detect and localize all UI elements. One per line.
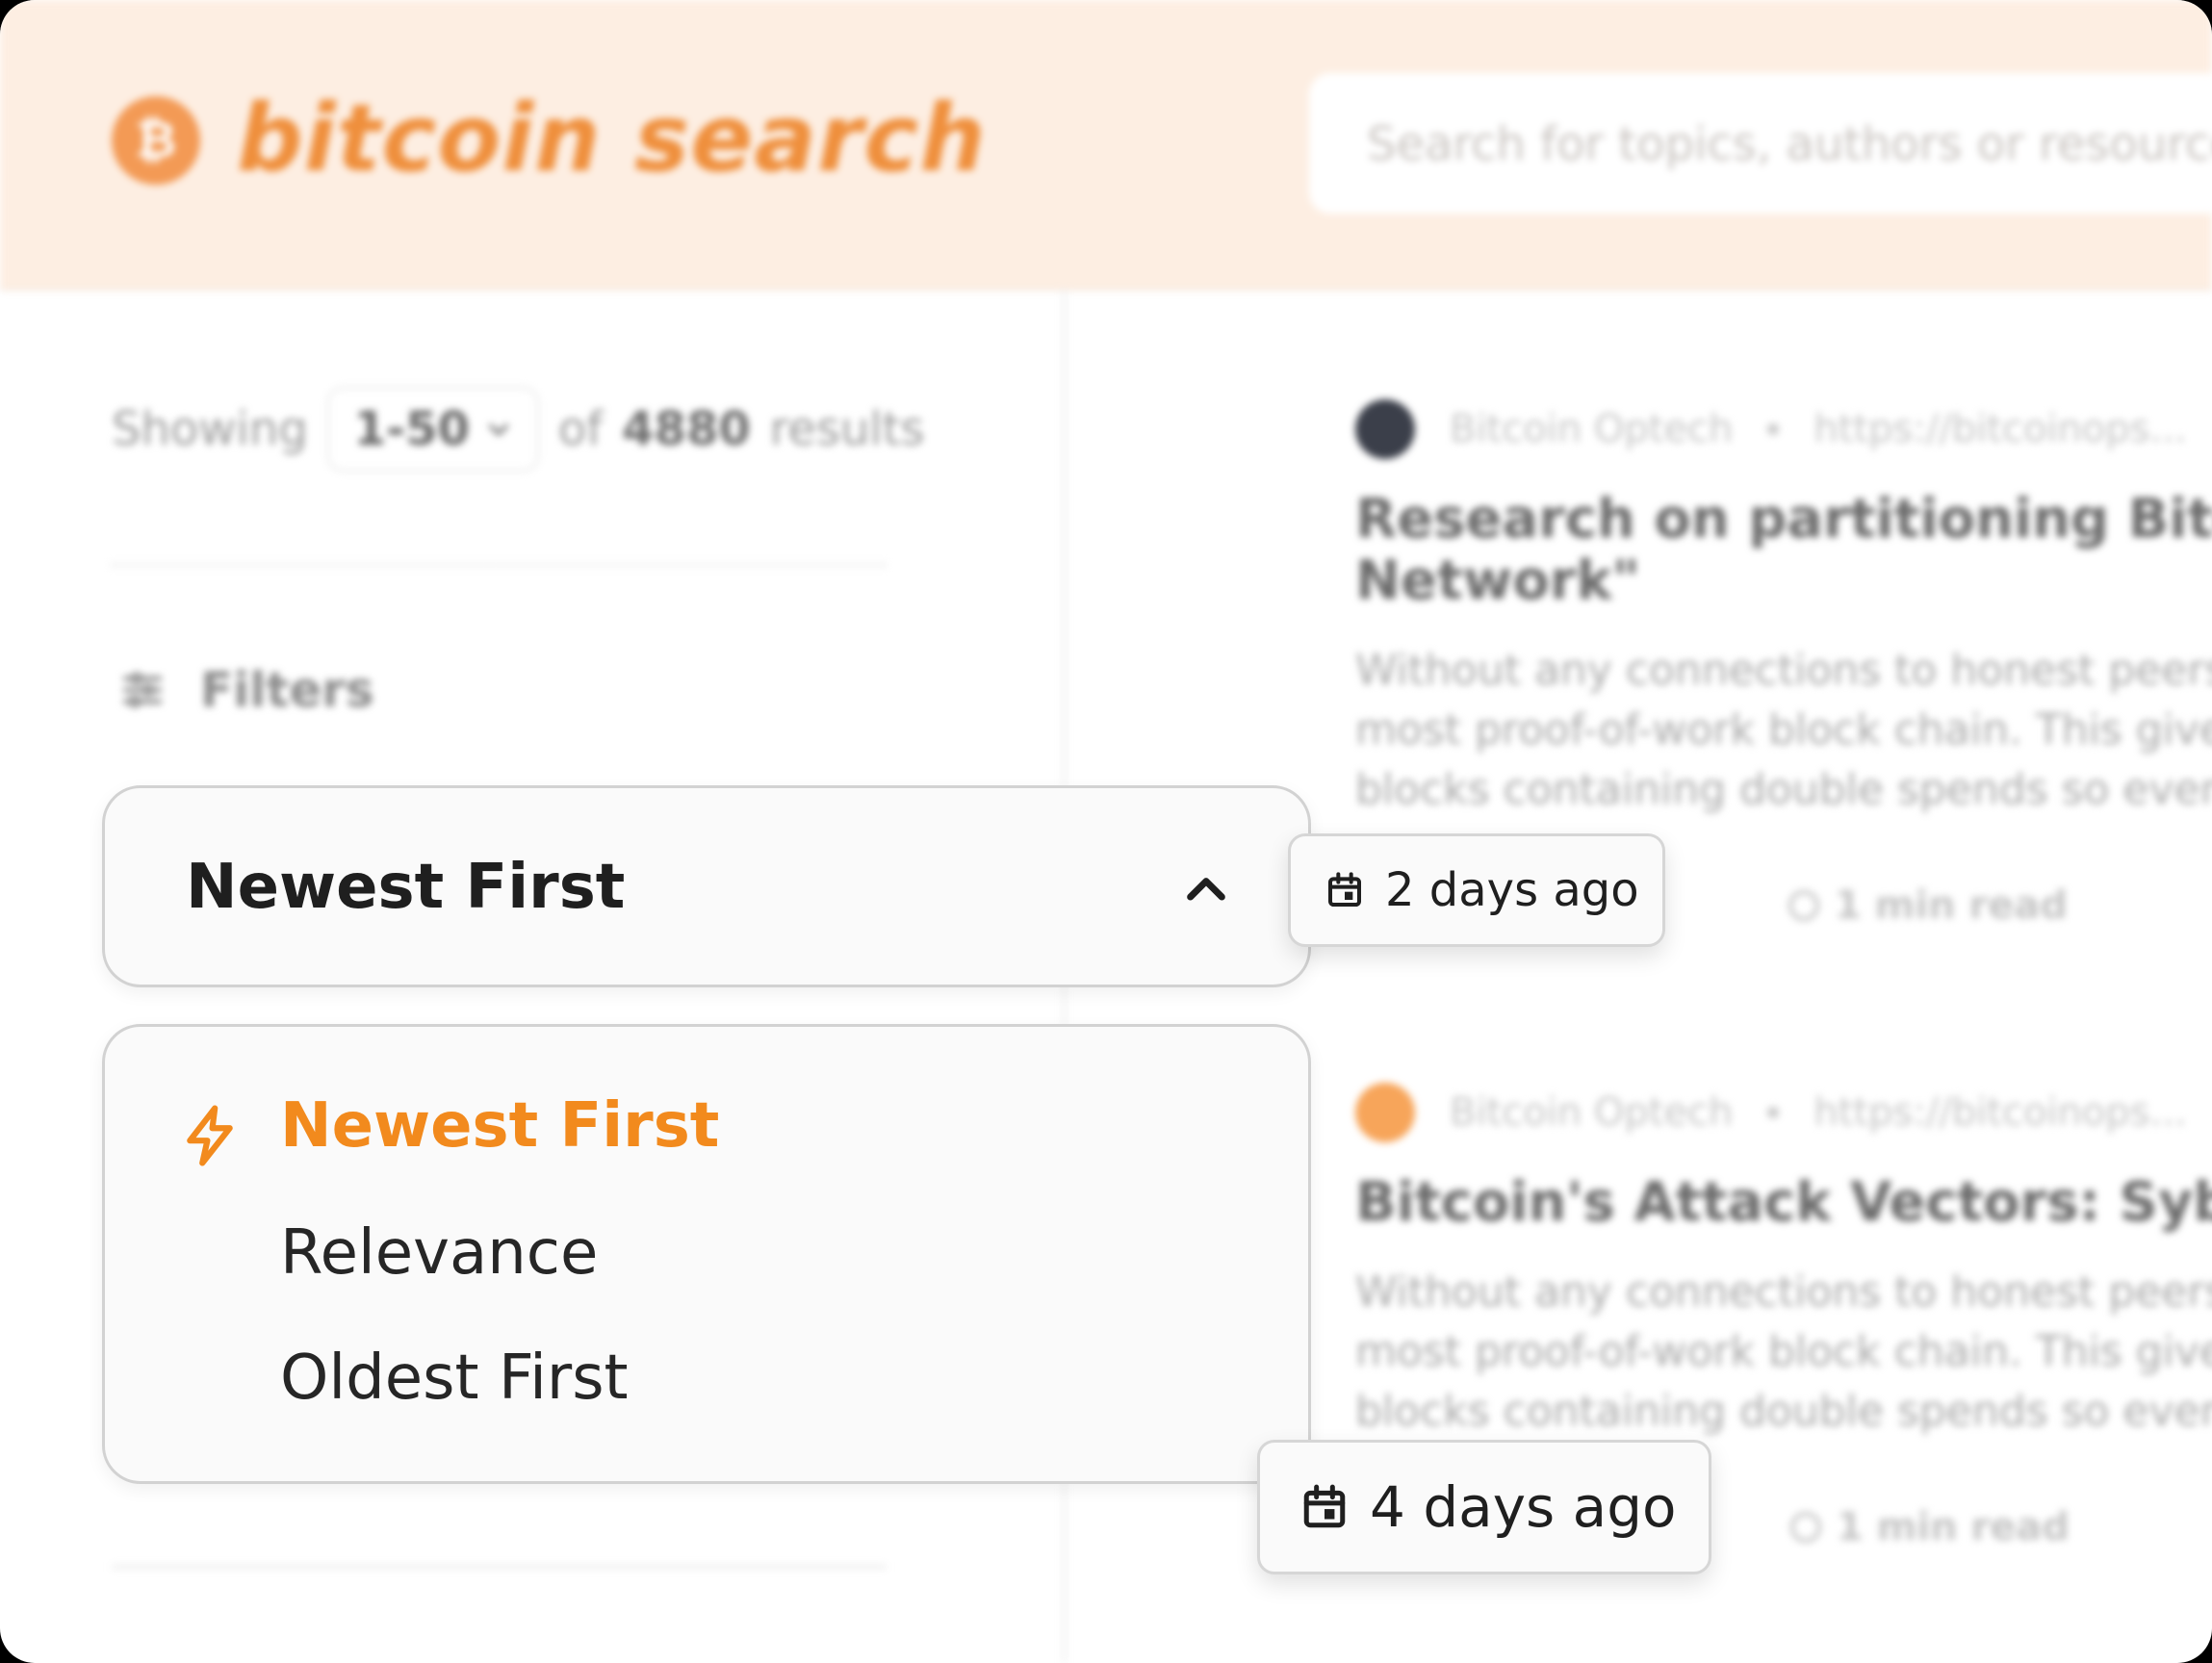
snippet-line: Without any connections to honest peers — [1355, 646, 2212, 695]
date-label: 4 days ago — [1370, 1474, 1677, 1540]
sort-option-oldest[interactable]: Oldest First — [280, 1343, 629, 1414]
result-snippet: Without any connections to honest peers … — [1355, 641, 2212, 820]
bitcoin-logo-icon[interactable]: ₿ — [112, 96, 200, 185]
filters-label: Filters — [200, 662, 374, 718]
snippet-line: blocks containing double spends so even — [1355, 765, 2212, 814]
chevron-up-icon[interactable] — [1179, 863, 1233, 917]
bolt-icon — [187, 1105, 233, 1166]
separator-dot — [1767, 1107, 1780, 1118]
source-avatar — [1355, 399, 1415, 459]
page-size-value: 1-50 — [353, 402, 470, 456]
sort-option-relevance[interactable]: Relevance — [280, 1217, 598, 1289]
chevron-down-icon — [488, 423, 508, 436]
search-placeholder: Search for topics, authors or resources.… — [1367, 117, 2212, 171]
date-badge: 2 days ago — [1288, 833, 1665, 947]
total-count: 4880 — [622, 402, 751, 456]
calendar-icon — [1303, 1484, 1346, 1528]
brand-name[interactable]: bitcoin search — [237, 85, 987, 192]
results-count-row: Showing 1-50 of 4880 results — [112, 385, 925, 473]
source-avatar — [1355, 1083, 1415, 1142]
divider — [112, 563, 887, 567]
source-url[interactable]: https://bitcoinops... — [1813, 1090, 2186, 1135]
clock-icon — [1788, 890, 1819, 921]
result-snippet: Without any connections to honest peers … — [1355, 1263, 2212, 1442]
page-size-select[interactable]: 1-50 — [326, 387, 539, 472]
result-meta: Bitcoin Optech https://bitcoinops... — [1355, 1082, 2212, 1143]
read-time: 1 min read — [1790, 1505, 2070, 1549]
calendar-icon — [1328, 872, 1361, 907]
of-label: of — [557, 402, 604, 456]
snippet-line: most proof-of-work block chain. This giv… — [1355, 705, 2212, 755]
result-title-line: Network" — [1355, 550, 1640, 612]
showing-label: Showing — [112, 402, 308, 456]
result-title-line: Bitcoin's Attack Vectors: Sybil & — [1355, 1171, 2212, 1234]
search-input[interactable]: Search for topics, authors or resources.… — [1309, 73, 2212, 214]
source-name[interactable]: Bitcoin Optech — [1450, 1090, 1733, 1135]
result-card[interactable]: Bitcoin Optech https://bitcoinops... Res… — [1355, 398, 2212, 820]
date-badge: 4 days ago — [1257, 1440, 1711, 1574]
source-url[interactable]: https://bitcoinops... — [1813, 407, 2186, 451]
result-meta: Bitcoin Optech https://bitcoinops... — [1355, 398, 2212, 460]
results-label: results — [769, 402, 925, 456]
sliders-icon — [122, 672, 163, 708]
snippet-line: blocks containing double spends so even — [1355, 1387, 2212, 1436]
read-time-label: 1 min read — [1837, 1505, 2071, 1549]
sort-selected-value: Newest First — [186, 852, 626, 923]
sort-options-menu: Newest First Relevance Oldest First — [102, 1024, 1311, 1484]
sort-option-newest[interactable]: Newest First — [280, 1090, 719, 1162]
separator-dot — [1767, 423, 1780, 435]
snippet-line: most proof-of-work block chain. This giv… — [1355, 1327, 2212, 1376]
result-title[interactable]: Bitcoin's Attack Vectors: Sybil & — [1355, 1172, 2212, 1234]
snippet-line: Without any connections to honest peers — [1355, 1267, 2212, 1317]
result-title[interactable]: Research on partitioning Bitcoin Network… — [1355, 489, 2212, 612]
header: ₿ bitcoin search Search for topics, auth… — [0, 0, 2212, 291]
source-name[interactable]: Bitcoin Optech — [1450, 407, 1733, 451]
result-title-line: Research on partitioning Bitcoin — [1355, 488, 2212, 550]
app-window: ₿ bitcoin search Search for topics, auth… — [0, 0, 2212, 1663]
filters-header[interactable]: Filters — [119, 662, 374, 718]
result-card[interactable]: Bitcoin Optech https://bitcoinops... Bit… — [1355, 1082, 2212, 1442]
clock-icon — [1790, 1512, 1821, 1543]
read-time-label: 1 min read — [1835, 883, 2069, 928]
divider — [112, 1565, 887, 1569]
sort-select[interactable]: Newest First — [102, 785, 1311, 987]
read-time: 1 min read — [1788, 883, 2068, 928]
date-label: 2 days ago — [1385, 863, 1639, 917]
